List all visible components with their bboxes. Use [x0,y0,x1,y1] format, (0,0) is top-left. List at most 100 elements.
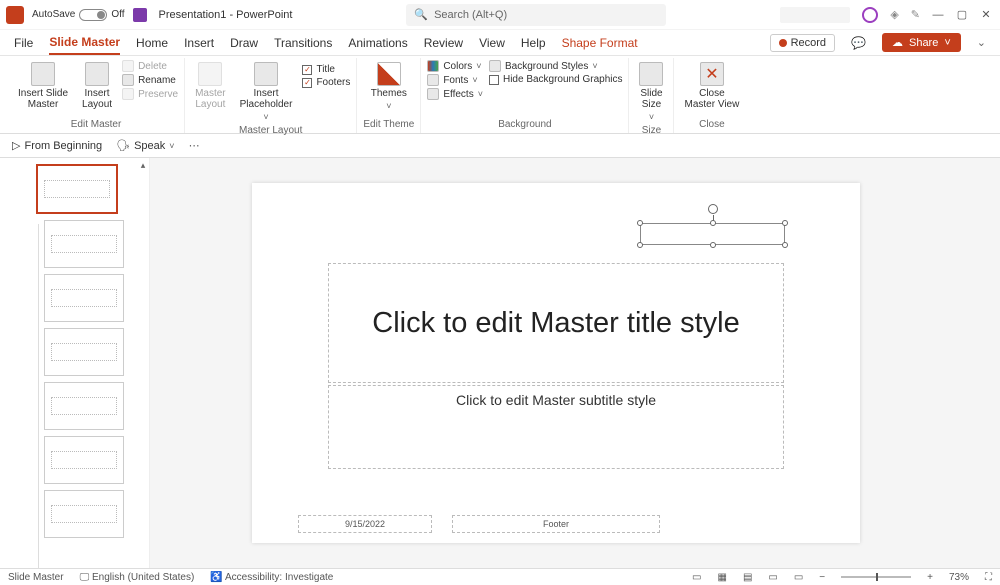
speak-button[interactable]: 🗣Speak [116,139,174,152]
zoom-slider[interactable] [841,576,911,578]
resize-handle-icon[interactable] [637,220,643,226]
account-avatar-icon[interactable] [862,7,878,23]
resize-handle-icon[interactable] [710,220,716,226]
thumbnail-layout[interactable] [44,220,124,268]
close-x-icon: ✕ [700,62,724,86]
scroll-up-icon[interactable]: ▴ [137,158,149,172]
sorter-view-icon[interactable]: ▤ [743,572,752,583]
titlebar-right: ◈ ✎ — ▢ ✕ [780,7,1000,23]
language-button[interactable]: 🖵 English (United States) [80,572,195,583]
slide-master-canvas[interactable]: Click to edit Master title style Click t… [252,183,860,543]
master-layout-icon [198,62,222,86]
tab-view[interactable]: View [479,32,505,54]
preserve-label: Preserve [138,89,178,100]
fit-window-icon[interactable]: ⛶ [985,572,992,583]
overflow-icon[interactable]: ⋯ [189,139,200,152]
status-mode: Slide Master [8,572,64,583]
themes-button[interactable]: Themes [367,60,411,114]
thumbnail-layout[interactable] [44,382,124,430]
save-icon[interactable] [133,8,147,22]
zoom-level[interactable]: 73% [949,572,969,583]
insert-placeholder-label: Insert Placeholder [240,88,293,110]
insert-slide-master-button[interactable]: Insert Slide Master [14,60,72,112]
tab-slide-master[interactable]: Slide Master [49,31,120,55]
slide-canvas-area[interactable]: Click to edit Master title style Click t… [150,158,1000,568]
resize-handle-icon[interactable] [782,220,788,226]
thumbnail-pane[interactable]: ▴ [0,158,150,568]
zoom-in-button[interactable]: + [927,572,933,583]
fonts-button[interactable]: Fonts [427,74,483,86]
checkbox-icon [489,75,499,85]
subtitle-placeholder[interactable]: Click to edit Master subtitle style [328,385,784,469]
background-styles-button[interactable]: Background Styles [489,60,623,72]
autosave-toggle[interactable]: AutoSave Off [32,9,125,21]
footers-checkbox[interactable]: Footers [302,77,350,88]
tab-home[interactable]: Home [136,32,168,54]
account-name[interactable] [780,7,850,23]
thumbnail-master[interactable] [36,164,118,214]
bg-styles-label: Background Styles [505,61,588,72]
group-master-layout: Master Layout Insert Placeholder Title F… [185,58,357,133]
reading-view-icon[interactable]: ▭ [768,572,777,583]
hierarchy-line [38,224,39,568]
tab-shape-format[interactable]: Shape Format [562,32,638,54]
rotate-handle-icon[interactable] [708,204,718,214]
lang-icon: 🖵 [80,572,92,583]
date-placeholder[interactable]: 9/15/2022 [298,515,432,533]
thumbnail-layout[interactable] [44,274,124,322]
rename-button[interactable]: Rename [122,74,178,86]
accessibility-button[interactable]: ♿ Accessibility: Investigate [210,572,333,583]
hide-bg-checkbox[interactable]: Hide Background Graphics [489,74,623,85]
ribbon-collapse-icon[interactable]: ⌄ [977,36,986,49]
tab-animations[interactable]: Animations [348,32,407,54]
tab-help[interactable]: Help [521,32,546,54]
record-label: Record [791,37,826,49]
normal-view-icon[interactable]: ▦ [717,572,726,583]
autosave-label: AutoSave [32,9,75,20]
effects-button[interactable]: Effects [427,88,483,100]
share-button[interactable]: ☁ Share ˅ [882,33,961,52]
themes-icon [377,62,401,86]
close-button[interactable]: ✕ [980,9,992,21]
tab-review[interactable]: Review [424,32,463,54]
resize-handle-icon[interactable] [782,242,788,248]
insert-layout-label: Insert Layout [82,88,112,110]
selected-shape[interactable] [640,223,785,245]
rename-icon [122,74,134,86]
title-placeholder[interactable]: Click to edit Master title style [328,263,784,383]
tab-draw[interactable]: Draw [230,32,258,54]
record-button[interactable]: Record [770,34,835,52]
title-checkbox[interactable]: Title [302,64,350,75]
maximize-button[interactable]: ▢ [956,9,968,21]
close-master-view-button[interactable]: ✕Close Master View [680,60,743,112]
group-background-label: Background [498,119,551,133]
slide-size-button[interactable]: Slide Size [635,60,667,125]
resize-handle-icon[interactable] [637,242,643,248]
placeholder-icon [254,62,278,86]
thumbnail-layout[interactable] [44,490,124,538]
accessibility-label: Accessibility: Investigate [225,572,333,583]
insert-layout-button[interactable]: Insert Layout [78,60,116,112]
notes-icon[interactable]: ▭ [692,572,701,583]
from-beginning-button[interactable]: ▷From Beginning [12,139,102,152]
colors-button[interactable]: Colors [427,60,483,72]
slideshow-view-icon[interactable]: ▭ [794,572,803,583]
pen-icon[interactable]: ✎ [911,8,920,21]
search-box[interactable]: 🔍 Search (Alt+Q) [406,4,666,26]
comments-icon[interactable]: 💬 [851,36,866,50]
play-icon: ▷ [12,139,20,152]
toggle-off-icon[interactable] [79,9,107,21]
zoom-out-button[interactable]: − [819,572,825,583]
tab-transitions[interactable]: Transitions [274,32,332,54]
minimize-button[interactable]: — [932,9,944,21]
layout-icon [85,62,109,86]
search-icon: 🔍 [414,8,428,21]
footer-placeholder[interactable]: Footer [452,515,660,533]
thumbnail-layout[interactable] [44,436,124,484]
thumbnail-layout[interactable] [44,328,124,376]
tab-file[interactable]: File [14,32,33,54]
tab-insert[interactable]: Insert [184,32,214,54]
resize-handle-icon[interactable] [710,242,716,248]
insert-placeholder-button[interactable]: Insert Placeholder [236,60,297,125]
diamond-icon[interactable]: ◈ [890,8,898,21]
